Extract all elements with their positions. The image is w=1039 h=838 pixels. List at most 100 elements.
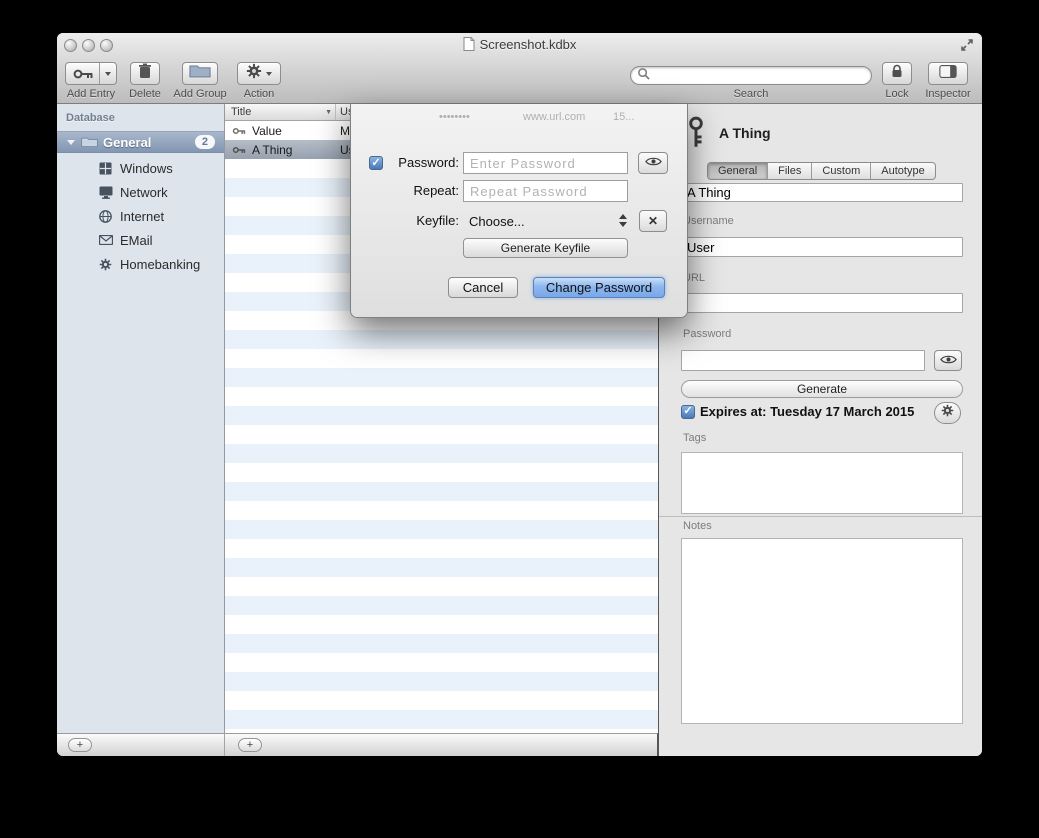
password-enable-checkbox[interactable]: ✓: [369, 156, 383, 170]
envelope-icon: [98, 233, 113, 248]
add-group-button[interactable]: [182, 62, 218, 85]
expires-checkbox[interactable]: ✓: [681, 405, 695, 419]
obscured-date: 15...: [613, 111, 634, 123]
key-icon: [687, 116, 705, 153]
entry-title: Value: [252, 124, 338, 138]
cancel-button[interactable]: Cancel: [448, 277, 518, 298]
toolbar-add-entry: Add Entry: [65, 62, 117, 100]
chevron-down-icon[interactable]: [100, 63, 116, 84]
toolbar-lock: Lock: [879, 62, 915, 100]
notes-field[interactable]: [681, 538, 963, 724]
add-entry-label: Add Entry: [65, 88, 117, 100]
sidebar-item-label: Network: [120, 185, 168, 200]
disclosure-triangle-icon[interactable]: [67, 140, 75, 145]
clear-keyfile-button[interactable]: ✕: [639, 210, 667, 232]
username-label: Username: [683, 215, 734, 227]
titlebar[interactable]: Screenshot.kdbx: [57, 33, 982, 58]
generate-keyfile-button[interactable]: Generate Keyfile: [463, 238, 628, 258]
group-count-badge: 2: [195, 135, 215, 149]
sidebar-item-internet[interactable]: Internet: [57, 204, 224, 228]
obscured-url: www.url.com: [523, 111, 585, 123]
password-label: Password: [683, 328, 731, 340]
inspector-button[interactable]: [928, 62, 968, 85]
toolbar-add-group: Add Group: [171, 62, 229, 100]
eye-icon: [645, 154, 662, 172]
title-field[interactable]: [681, 183, 963, 202]
search-label: Search: [630, 88, 872, 100]
generate-password-button[interactable]: Generate: [681, 380, 963, 398]
search-input[interactable]: [654, 69, 865, 83]
sidebar-header: Database: [66, 112, 115, 124]
sidebar-item-label: Internet: [120, 209, 164, 224]
key-icon: [67, 63, 100, 84]
reveal-password-button[interactable]: [638, 152, 668, 174]
key-icon: [232, 124, 246, 138]
gear-icon: [98, 257, 113, 272]
sort-indicator-icon: ▼: [325, 109, 332, 116]
inspector-entry-title: A Thing: [719, 125, 771, 141]
sidebar-item-windows[interactable]: Windows: [57, 156, 224, 180]
obscured-list-row: •••••••• www.url.com 15...: [351, 109, 687, 125]
trash-icon: [138, 63, 152, 84]
delete-button[interactable]: [130, 62, 160, 85]
password-field[interactable]: [681, 350, 925, 371]
add-group-plus-button[interactable]: +: [68, 738, 92, 752]
search-field[interactable]: [630, 66, 872, 85]
expires-options-button[interactable]: [934, 402, 961, 424]
lock-button[interactable]: [882, 62, 912, 85]
window-chrome: Screenshot.kdbx Add Entry Delete: [57, 33, 982, 104]
inspector-tabs: General Files Custom Autotype: [707, 162, 936, 180]
chevron-down-icon: [266, 72, 272, 76]
inspector-label: Inspector: [923, 88, 973, 100]
change-password-button[interactable]: Change Password: [533, 277, 665, 298]
close-icon: ✕: [648, 214, 658, 228]
sheet-password-row: ✓ Password:: [351, 152, 687, 174]
tags-field[interactable]: [681, 452, 963, 514]
app-window: Screenshot.kdbx Add Entry Delete: [57, 33, 982, 756]
toolbar-search: Search: [630, 62, 872, 100]
obscured-password: ••••••••: [439, 111, 470, 123]
sidebar: Database General 2 Windows Network Inter…: [57, 104, 225, 733]
tab-files[interactable]: Files: [768, 163, 812, 179]
add-entry-plus-button[interactable]: +: [238, 738, 262, 752]
add-group-label: Add Group: [171, 88, 229, 100]
sheet-repeat-label: Repeat:: [387, 183, 459, 198]
column-title-label: Title: [231, 106, 251, 118]
add-entry-button[interactable]: [65, 62, 117, 85]
new-password-input[interactable]: [463, 152, 628, 174]
repeat-password-input[interactable]: [463, 180, 628, 202]
lock-icon: [891, 64, 903, 83]
window-title-text: Screenshot.kdbx: [480, 37, 577, 52]
tags-label: Tags: [683, 432, 706, 444]
sidebar-item-label: EMail: [120, 233, 153, 248]
monitor-icon: [98, 185, 113, 200]
action-button[interactable]: [237, 62, 281, 85]
expires-row: ✓ Expires at: Tuesday 17 March 2015: [681, 404, 914, 419]
sidebar-item-network[interactable]: Network: [57, 180, 224, 204]
gear-icon: [941, 404, 954, 422]
username-field[interactable]: [681, 237, 963, 257]
section-divider: [659, 516, 982, 517]
tab-autotype[interactable]: Autotype: [871, 163, 934, 179]
column-header-title[interactable]: Title ▼: [225, 104, 336, 120]
plus-icon: +: [247, 740, 253, 751]
keyfile-selected-value: Choose...: [469, 214, 525, 229]
toolbar: Add Entry Delete Add Group Action: [57, 58, 982, 104]
tab-general[interactable]: General: [708, 163, 768, 179]
tab-custom[interactable]: Custom: [812, 163, 871, 179]
reveal-password-button[interactable]: [934, 350, 962, 371]
sidebar-item-homebanking[interactable]: Homebanking: [57, 252, 224, 276]
keyfile-popup[interactable]: Choose...: [463, 210, 628, 232]
plus-icon: +: [77, 740, 83, 751]
inspector-panel: A Thing General Files Custom Autotype Us…: [658, 104, 982, 756]
sidebar-group-general[interactable]: General 2: [57, 131, 224, 153]
inspector-panel-icon: [939, 65, 957, 83]
list-footer: +: [225, 733, 658, 756]
expires-label: Expires at: Tuesday 17 March 2015: [700, 404, 914, 419]
fullscreen-icon[interactable]: [960, 38, 974, 57]
delete-label: Delete: [121, 88, 169, 100]
url-field[interactable]: [681, 293, 963, 313]
sidebar-item-email[interactable]: EMail: [57, 228, 224, 252]
popup-stepper-icon: [619, 214, 627, 227]
change-password-sheet: •••••••• www.url.com 15... ✓ Password: R…: [350, 104, 688, 318]
